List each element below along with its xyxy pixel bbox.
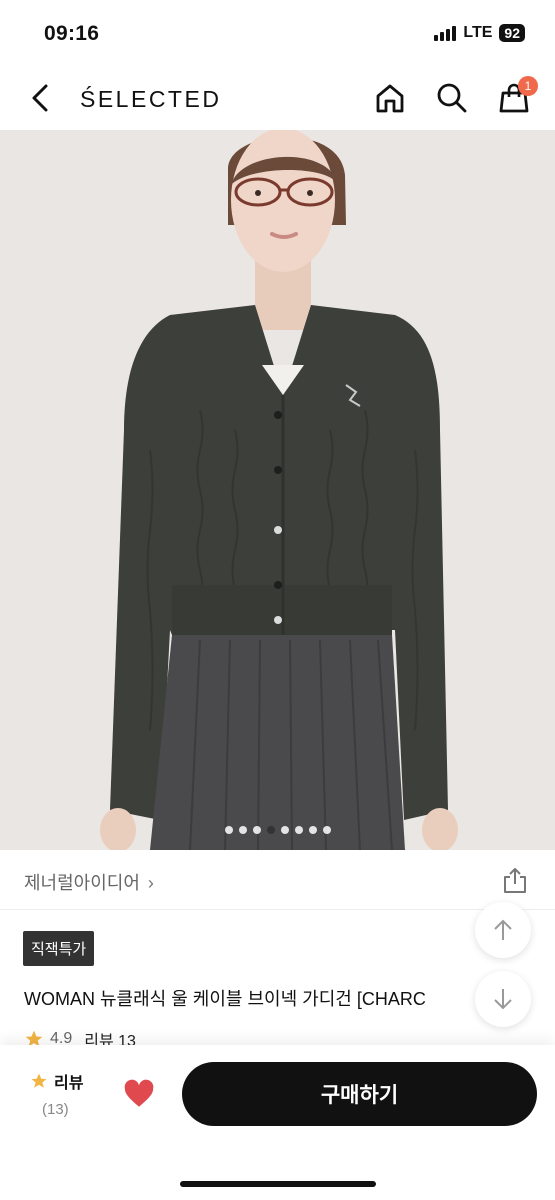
carousel-dot[interactable] <box>280 826 289 834</box>
carousel-dot[interactable] <box>308 826 317 834</box>
share-icon <box>504 868 526 893</box>
status-bar: 09:16 LTE 92 <box>0 0 555 66</box>
carousel-dots <box>0 826 555 834</box>
product-photo <box>0 130 555 850</box>
review-count: (13) <box>42 1101 69 1118</box>
carousel-dot[interactable] <box>266 826 275 834</box>
product-image-carousel[interactable] <box>0 130 555 850</box>
search-button[interactable] <box>434 80 470 116</box>
heart-icon <box>124 1079 154 1107</box>
carousel-dot[interactable] <box>252 826 261 834</box>
home-icon <box>376 84 404 113</box>
back-arrow-icon <box>32 84 48 112</box>
carousel-dot[interactable] <box>294 826 303 834</box>
scroll-down-button[interactable] <box>475 971 531 1027</box>
home-button[interactable] <box>372 80 408 116</box>
buy-button[interactable]: 구매하기 <box>182 1062 537 1126</box>
network-label: LTE <box>463 24 493 41</box>
brand-logo[interactable]: ŚELECTED <box>80 86 221 113</box>
wishlist-button[interactable] <box>122 1077 156 1111</box>
chevron-right-icon: › <box>147 873 154 893</box>
battery-icon: 92 <box>499 24 525 42</box>
product-title: WOMAN 뉴클래식 울 케이블 브이넥 가디건 [CHARC <box>24 989 426 1009</box>
home-indicator <box>180 1181 376 1187</box>
review-label-row: 리뷰 <box>30 1069 100 1093</box>
deal-tag: 직잭특가 <box>23 931 95 966</box>
status-time: 09:16 <box>44 22 100 45</box>
cart-button[interactable]: 1 <box>496 76 538 116</box>
search-icon <box>437 83 467 113</box>
seller-link[interactable]: 제너럴아이디어 › <box>24 869 154 895</box>
cart-count-badge: 1 <box>518 76 538 96</box>
scroll-up-button[interactable] <box>475 902 531 958</box>
review-label: 리뷰 <box>54 1075 84 1092</box>
review-summary[interactable]: 리뷰 (13) <box>30 1069 100 1118</box>
back-button[interactable] <box>22 80 58 116</box>
bottom-action-bar: 리뷰 (13) 구매하기 <box>0 1045 555 1200</box>
arrow-down-icon <box>494 989 512 1010</box>
seller-row: 제너럴아이디어 › <box>0 850 555 910</box>
signal-icon <box>434 25 457 41</box>
carousel-dot[interactable] <box>224 826 233 834</box>
arrow-up-icon <box>494 919 512 940</box>
status-indicators: LTE 92 <box>434 24 525 42</box>
share-button[interactable] <box>501 866 529 894</box>
carousel-dot[interactable] <box>238 826 247 834</box>
carousel-dot[interactable] <box>322 826 331 834</box>
seller-name: 제너럴아이디어 <box>24 873 140 893</box>
app-header: ŚELECTED 1 <box>0 66 555 130</box>
star-icon <box>31 1073 47 1088</box>
